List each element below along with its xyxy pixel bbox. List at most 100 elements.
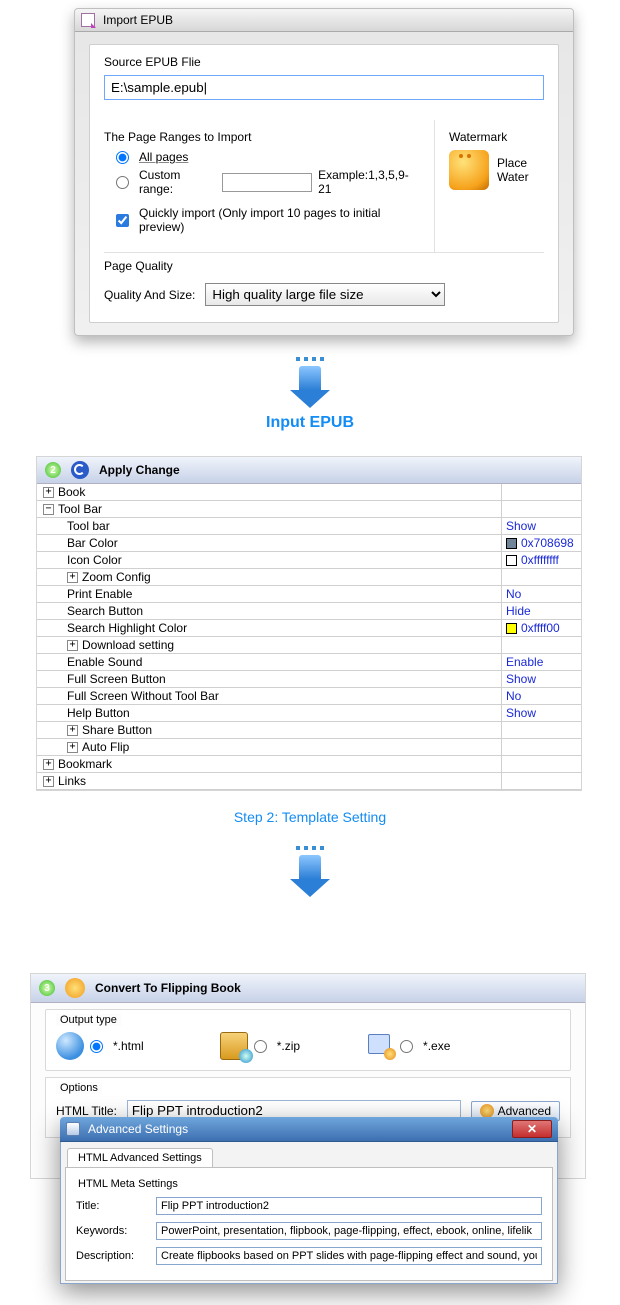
refresh-icon[interactable] <box>71 461 89 479</box>
expand-icon[interactable]: + <box>43 759 54 770</box>
expand-icon[interactable]: + <box>67 640 78 651</box>
meta-title-input[interactable] <box>156 1197 542 1215</box>
tree-row[interactable]: Full Screen Without Tool BarNo <box>37 688 581 705</box>
meta-description-input[interactable] <box>156 1247 542 1265</box>
tree-row-value[interactable]: Hide <box>501 603 581 619</box>
tree-row[interactable]: Search ButtonHide <box>37 603 581 620</box>
tree-row-label: Search Highlight Color <box>37 620 501 636</box>
tree-row-label: +Download setting <box>37 637 501 653</box>
custom-range-input[interactable] <box>222 173 312 192</box>
tree-row-label: Print Enable <box>37 586 501 602</box>
quick-import-checkbox[interactable] <box>116 214 129 227</box>
all-pages-radio[interactable] <box>116 151 129 164</box>
tree-row[interactable]: Full Screen ButtonShow <box>37 671 581 688</box>
custom-range-radio[interactable] <box>116 176 129 189</box>
tree-row[interactable]: Tool barShow <box>37 518 581 535</box>
tree-row-value[interactable]: 0x708698 <box>501 535 581 551</box>
meta-description-label: Description: <box>76 1250 146 1262</box>
tree-row[interactable]: +Auto Flip <box>37 739 581 756</box>
output-zip-radio[interactable] <box>254 1040 267 1053</box>
close-button[interactable]: ✕ <box>512 1120 552 1138</box>
tree-row-value[interactable]: 0xffffffff <box>501 552 581 568</box>
tree-row-value <box>501 501 581 517</box>
tree-row-value[interactable]: Show <box>501 705 581 721</box>
ranges-label: The Page Ranges to Import <box>104 130 420 144</box>
watermark-label: Watermark <box>449 130 544 144</box>
page-quality-group: Page Quality Quality And Size: High qual… <box>104 252 544 306</box>
tree-row-label: Icon Color <box>37 552 501 568</box>
tree-row-label: +Bookmark <box>37 756 501 772</box>
arrow-down-2 <box>0 839 620 897</box>
tree-row-value <box>501 756 581 772</box>
tree-row[interactable]: −Tool Bar <box>37 501 581 518</box>
output-type-label: Output type <box>56 1014 121 1026</box>
tree-row[interactable]: Bar Color0x708698 <box>37 535 581 552</box>
wm-line2: Water <box>497 170 529 184</box>
tree-row[interactable]: Search Highlight Color0xffff00 <box>37 620 581 637</box>
exe-icon <box>366 1032 394 1060</box>
tree-row-value[interactable]: No <box>501 688 581 704</box>
tree-row-label: Search Button <box>37 603 501 619</box>
tree-row-label: Tool bar <box>37 518 501 534</box>
tree-row-value[interactable]: 0xffff00 <box>501 620 581 636</box>
tree-row[interactable]: Print EnableNo <box>37 586 581 603</box>
expand-icon[interactable]: + <box>43 487 54 498</box>
quality-select[interactable]: High quality large file size <box>205 283 445 306</box>
advanced-settings-window: Advanced Settings ✕ HTML Advanced Settin… <box>60 1117 558 1284</box>
dialog-title-bar: Import EPUB <box>75 9 573 32</box>
tree-row-label: Bar Color <box>37 535 501 551</box>
example-text: Example:1,3,5,9-21 <box>318 168 420 196</box>
all-pages-label: All pages <box>139 150 188 164</box>
expand-icon[interactable]: + <box>67 742 78 753</box>
tree-row[interactable]: +Links <box>37 773 581 790</box>
advanced-body: HTML Advanced Settings HTML Meta Setting… <box>60 1142 558 1284</box>
wm-line1: Place <box>497 156 529 170</box>
tree-row-value <box>501 773 581 789</box>
output-exe-radio[interactable] <box>400 1040 413 1053</box>
advanced-window-icon <box>66 1122 80 1136</box>
output-zip-label: *.zip <box>277 1039 300 1053</box>
tree-row-value[interactable]: Enable <box>501 654 581 670</box>
html-advanced-tab[interactable]: HTML Advanced Settings <box>67 1148 213 1167</box>
options-label: Options <box>56 1082 102 1094</box>
tree-row-value[interactable]: Show <box>501 518 581 534</box>
source-epub-input[interactable] <box>104 75 544 100</box>
advanced-title-bar: Advanced Settings ✕ <box>60 1117 558 1142</box>
step2-caption: Step 2: Template Setting <box>0 809 620 825</box>
tree-row-value[interactable]: Show <box>501 671 581 687</box>
output-html-radio[interactable] <box>90 1040 103 1053</box>
dialog-title: Import EPUB <box>103 13 173 27</box>
page-quality-label: Page Quality <box>104 259 544 273</box>
epub-icon <box>81 13 95 27</box>
settings-tree[interactable]: +Book−Tool BarTool barShowBar Color0x708… <box>37 484 581 790</box>
template-setting-panel: 2 Apply Change +Book−Tool BarTool barSho… <box>36 456 582 791</box>
source-label: Source EPUB Flie <box>104 55 544 69</box>
meta-settings-label: HTML Meta Settings <box>78 1178 542 1190</box>
output-exe-label: *.exe <box>423 1039 450 1053</box>
tree-row[interactable]: +Download setting <box>37 637 581 654</box>
expand-icon[interactable]: + <box>67 725 78 736</box>
expand-icon[interactable]: + <box>43 776 54 787</box>
input-epub-label: Input EPUB <box>0 414 620 432</box>
tree-row[interactable]: Help ButtonShow <box>37 705 581 722</box>
tree-row-value <box>501 484 581 500</box>
tree-row[interactable]: +Share Button <box>37 722 581 739</box>
tree-row-value[interactable]: No <box>501 586 581 602</box>
tree-row[interactable]: +Book <box>37 484 581 501</box>
dialog-body: Source EPUB Flie The Page Ranges to Impo… <box>89 44 559 323</box>
convert-title: Convert To Flipping Book <box>95 981 241 995</box>
meta-keywords-input[interactable] <box>156 1222 542 1240</box>
tree-row[interactable]: +Zoom Config <box>37 569 581 586</box>
meta-title-label: Title: <box>76 1200 146 1212</box>
tree-row[interactable]: +Bookmark <box>37 756 581 773</box>
expand-icon[interactable]: + <box>67 572 78 583</box>
advanced-button-label: Advanced <box>498 1104 551 1118</box>
tree-row[interactable]: Icon Color0xffffffff <box>37 552 581 569</box>
tree-row-value <box>501 637 581 653</box>
tree-row-label: +Zoom Config <box>37 569 501 585</box>
step-badge-3: 3 <box>39 980 55 996</box>
tab-content: HTML Meta Settings Title: Keywords: Desc… <box>65 1167 553 1281</box>
collapse-icon[interactable]: − <box>43 504 54 515</box>
tree-row[interactable]: Enable SoundEnable <box>37 654 581 671</box>
panel2-header: 2 Apply Change <box>37 457 581 484</box>
